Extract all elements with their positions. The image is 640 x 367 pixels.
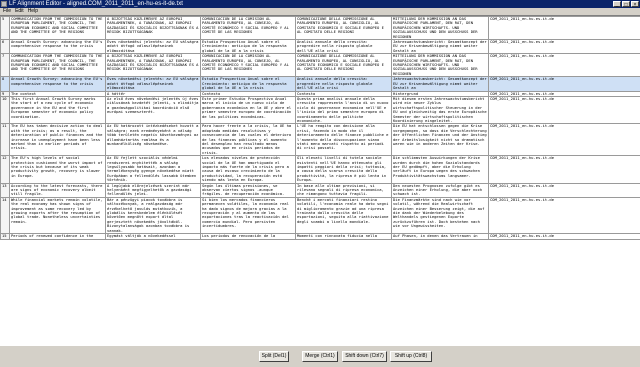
cell-hu[interactable]: Bár a pénzügyi piacok továbbra is változ… (105, 196, 201, 235)
cell-de[interactable]: Auf Phasen, in denen das Vertrauen in (391, 233, 489, 240)
cell-file[interactable]: COM_2011_2011_en-hu-es-it-de (488, 182, 640, 198)
cell-en[interactable]: This first Annual Growth Survey marks th… (9, 95, 106, 125)
cell-it[interactable]: Analisi annuale della crescita: progredi… (295, 39, 392, 55)
cell-hu[interactable]: Éves növekedési jelentés: az EU válságra… (105, 39, 201, 55)
app-icon (1, 1, 7, 7)
merge-button[interactable]: Merge (Ctrl1) (302, 351, 338, 362)
cell-hu[interactable]: A BIZOTTSÁG KÖZLEMÉNYE AZ EURÓPAI PARLAM… (105, 16, 201, 41)
cell-en[interactable]: Periods of renewed confidence in the (9, 233, 106, 240)
cell-es[interactable]: Los periodos de renovación de la (200, 233, 296, 240)
cell-de[interactable]: Jahreswachstumsbericht: Gesamtkonzept de… (391, 76, 489, 92)
cell-file[interactable]: COM_2011_2011_en-hu-es-it-de (488, 53, 640, 78)
table-row[interactable]: 11 The EU has taken decisive action to de… (0, 123, 640, 157)
cell-n[interactable]: 13 (0, 182, 10, 198)
shift-up-button[interactable]: Shift up (Ctrl8) (390, 351, 432, 362)
cell-en[interactable]: The EU's high levels of social protectio… (9, 155, 106, 184)
cell-es[interactable]: COMUNICACIÓN DE LA COMISIÓN AL PARLAMENT… (200, 53, 296, 78)
menu-help[interactable]: Help (28, 8, 38, 15)
cell-file[interactable]: COM_2011_2011_en-hu-es-it-de (488, 155, 640, 184)
cell-hu[interactable]: Egymást váltják a növekedéssel (105, 233, 201, 240)
cell-it[interactable]: Gli elevati livelli di tutela sociale es… (295, 155, 392, 184)
minimize-button[interactable]: _ (613, 1, 621, 8)
cell-de[interactable]: Die Finanzmärkte sind nach wie vor volat… (391, 196, 489, 235)
cell-it[interactable]: In base alle ultime previsioni, si rilev… (295, 182, 392, 198)
cell-es[interactable]: Si bien los mercados financieros permane… (200, 196, 296, 235)
cell-it[interactable]: COMUNICAZIONE DELLA COMMISSIONE AL PARLA… (295, 16, 392, 41)
cell-en[interactable]: Annual Growth Survey: advancing the EU's… (9, 76, 106, 92)
table-row[interactable]: 5 COMMUNICATION FROM THE COMMISSION TO TH… (0, 16, 640, 41)
cell-n[interactable]: 6 (0, 39, 10, 55)
cell-n[interactable]: 14 (0, 196, 10, 235)
cell-es[interactable]: Estudio Prospectivo Anual sobre el Creci… (200, 39, 296, 55)
cell-de[interactable]: Mit diesem ersten Jahreswachstumsbericht… (391, 95, 489, 125)
cell-file[interactable]: COM_2011_2011_en-hu-es-it-de (488, 233, 640, 240)
cell-de[interactable]: Die schlimmsten Auswirkungen der Krise w… (391, 155, 489, 184)
table-row[interactable]: 6 Annual Growth Survey: advancing the EU'… (0, 39, 640, 55)
cell-n[interactable]: 15 (0, 233, 10, 240)
cell-hu[interactable]: A BIZOTTSÁG KÖZLEMÉNYE AZ EURÓPAI PARLAM… (105, 53, 201, 78)
cell-file[interactable]: COM_2011_2011_en-hu-es-it-de (488, 123, 640, 157)
cell-n[interactable]: 12 (0, 155, 10, 184)
menu-file[interactable]: File (3, 8, 11, 15)
table-row[interactable]: 8 Annual Growth Survey: advancing the EU'… (0, 76, 640, 92)
cell-hu[interactable]: Az első éves növekedési jelentés új éves… (105, 95, 201, 125)
cell-it[interactable]: Analisi annuale della crescita: progredi… (295, 76, 392, 92)
cell-es[interactable]: Este primer Estudio Prospectivo Anual ma… (200, 95, 296, 125)
cell-en[interactable]: While financial markets remain volatile,… (9, 196, 106, 235)
cell-it[interactable]: COMUNICAZIONE DELLA COMMISSIONE AL PARLA… (295, 53, 392, 78)
cell-n[interactable]: 7 (0, 53, 10, 78)
cell-en[interactable]: The EU has taken decisive action to deal… (9, 123, 106, 157)
cell-n[interactable]: 10 (0, 95, 10, 125)
cell-de[interactable]: Jahreswachstumsbericht: Gesamtkonzept de… (391, 39, 489, 55)
cell-de[interactable]: Den neuesten Prognosen zufolge gibt es A… (391, 182, 489, 198)
cell-file[interactable]: COM_2011_2011_en-hu-es-it-de (488, 196, 640, 235)
cell-en[interactable]: COMMUNICATION FROM THE COMMISSION TO THE… (9, 53, 106, 78)
cell-n[interactable]: 8 (0, 76, 10, 92)
maximize-button[interactable]: □ (622, 1, 630, 8)
table-row[interactable]: 10 This first Annual Growth Survey marks … (0, 95, 640, 125)
cell-hu[interactable]: Az EU határozott intézkedéseket hozott a… (105, 123, 201, 157)
cell-hu[interactable]: Az EU fejlett szociális védelmi rendszer… (105, 155, 201, 184)
cell-it[interactable]: Momenti con rinnovata fiducia nella (295, 233, 392, 240)
window-title: LF Alignment Editor - aligned.COM_2011_2… (9, 1, 183, 7)
cell-file[interactable]: COM_2011_2011_en-hu-es-it-de (488, 16, 640, 41)
menu-edit[interactable]: Edit (15, 8, 24, 15)
cell-en[interactable]: According to the latest forecasts, there… (9, 182, 106, 198)
cell-en[interactable]: Annual Growth Survey: advancing the EU's… (9, 39, 106, 55)
cell-es[interactable]: Estudio Prospectivo Anual sobre el Creci… (200, 76, 296, 92)
shift-down-button[interactable]: Shift down (Ctrl7) (342, 351, 387, 362)
table-row[interactable]: 7 COMMUNICATION FROM THE COMMISSION TO TH… (0, 53, 640, 78)
cell-de[interactable]: MITTEILUNG DER KOMMISSION AN DAS EUROPÄI… (391, 16, 489, 41)
cell-hu[interactable]: A legújabb előrejelzések szerint már hel… (105, 182, 201, 198)
cell-file[interactable]: COM_2011_2011_en-hu-es-it-de (488, 39, 640, 55)
split-button[interactable]: Split (Del1) (259, 351, 289, 362)
cell-es[interactable]: Según las últimas previsiones, se observ… (200, 182, 296, 198)
cell-file[interactable]: COM_2011_2011_en-hu-es-it-de (488, 95, 640, 125)
cell-de[interactable]: MITTEILUNG DER KOMMISSION AN DAS EUROPÄI… (391, 53, 489, 78)
cell-n[interactable]: 11 (0, 123, 10, 157)
cell-es[interactable]: Los elevados niveles de protección socia… (200, 155, 296, 184)
cell-en[interactable]: COMMUNICATION FROM THE COMMISSION TO THE… (9, 16, 106, 41)
cell-hu[interactable]: Éves növekedési jelentés: az EU válságra… (105, 76, 201, 92)
cell-n[interactable]: 5 (0, 16, 10, 41)
table-row[interactable]: 12 The EU's high levels of social protect… (0, 155, 640, 184)
cell-file[interactable]: COM_2011_2011_en-hu-es-it-de (488, 76, 640, 92)
cell-es[interactable]: Para hacer frente a la crisis, la UE ha … (200, 123, 296, 157)
table-row[interactable]: 14 While financial markets remain volatil… (0, 196, 640, 235)
cell-it[interactable]: Questa prima analisi annuale della cresc… (295, 95, 392, 125)
cell-it[interactable]: L'UE ha reagito con decisione alla crisi… (295, 123, 392, 157)
cell-de[interactable]: Die EU hat entschlossen gegen die Krise … (391, 123, 489, 157)
title-bar: LF Alignment Editor - aligned.COM_2011_2… (0, 0, 640, 8)
table-row[interactable]: 15 Periods of renewed confidence in the Eg… (0, 233, 640, 240)
close-button[interactable]: × (631, 1, 639, 8)
alignment-table: 5 COMMUNICATION FROM THE COMMISSION TO TH… (0, 16, 640, 240)
cell-es[interactable]: COMUNICACIÓN DE LA COMISIÓN AL PARLAMENT… (200, 16, 296, 41)
alignment-grid[interactable]: 5 COMMUNICATION FROM THE COMMISSION TO TH… (0, 15, 640, 345)
menu-bar: File Edit Help (0, 8, 640, 15)
button-bar: Split (Del1) Merge (Ctrl1) Shift down (C… (0, 345, 640, 367)
cell-it[interactable]: Benché i mercati finanziari restino vola… (295, 196, 392, 235)
table-row[interactable]: 13 According to the latest forecasts, the… (0, 182, 640, 198)
